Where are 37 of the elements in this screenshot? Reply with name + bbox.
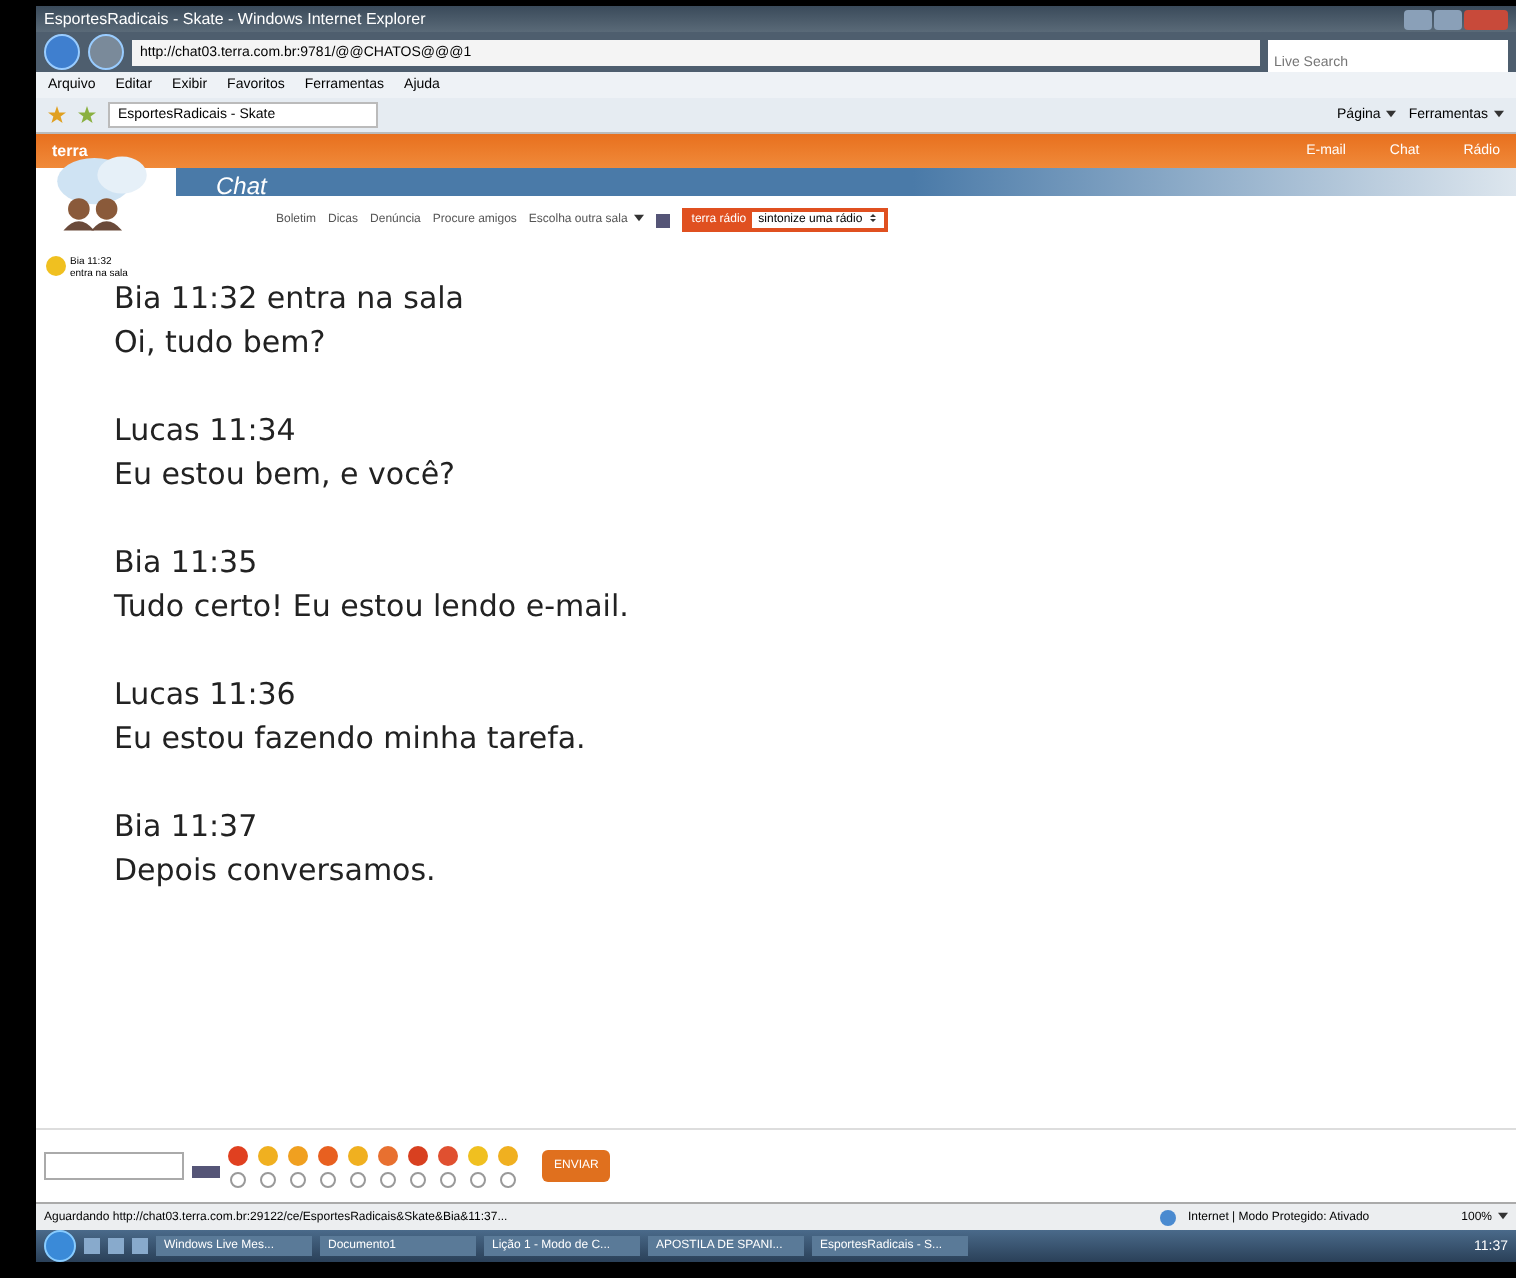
start-button[interactable]	[44, 1230, 76, 1262]
radio-button[interactable]	[410, 1171, 426, 1187]
message-header: Lucas 11:34	[114, 410, 298, 452]
star-icon[interactable]	[78, 106, 96, 124]
forward-button[interactable]	[88, 34, 124, 70]
message-header: Bia 11:32 entra na sala	[114, 278, 466, 320]
caret-icon	[1386, 110, 1397, 119]
window-icon[interactable]	[655, 213, 670, 227]
close-button[interactable]	[1464, 9, 1508, 29]
updown-icon	[868, 214, 879, 223]
radio-button[interactable]	[350, 1171, 366, 1187]
caret-icon	[1494, 110, 1504, 119]
message-text: Eu estou fazendo minha tarefa.	[114, 718, 588, 760]
message-header: Bia 11:35	[114, 542, 260, 584]
minimize-button[interactable]	[1404, 9, 1432, 29]
message-text: Eu estou bem, e você?	[114, 454, 458, 496]
message-header: Bia 11:37	[114, 806, 260, 848]
message-field[interactable]	[44, 1152, 184, 1180]
radio-button[interactable]	[260, 1171, 276, 1187]
message-text: Oi, tudo bem?	[114, 322, 328, 364]
message-text: Depois conversamos.	[114, 850, 438, 892]
back-button[interactable]	[44, 34, 80, 70]
radio-button[interactable]	[230, 1171, 246, 1187]
star-icon[interactable]	[48, 106, 66, 124]
chat-title-bar: Chat	[176, 168, 1516, 196]
radio-button[interactable]	[290, 1171, 306, 1187]
radio-button[interactable]	[440, 1171, 456, 1187]
caret-icon	[1498, 1211, 1508, 1220]
radio-button[interactable]	[470, 1171, 486, 1187]
window-title: EsportesRadicais - Skate - Windows Internet Explorer	[44, 10, 426, 28]
radio-button[interactable]	[500, 1171, 516, 1187]
message-header: Lucas 11:36	[114, 674, 298, 716]
radio-button[interactable]	[320, 1171, 336, 1187]
message-text: Tudo certo! Eu estou lendo e-mail.	[114, 586, 629, 628]
radio-button[interactable]	[380, 1171, 396, 1187]
maximize-button[interactable]	[1434, 9, 1462, 29]
caret-icon	[633, 214, 644, 223]
